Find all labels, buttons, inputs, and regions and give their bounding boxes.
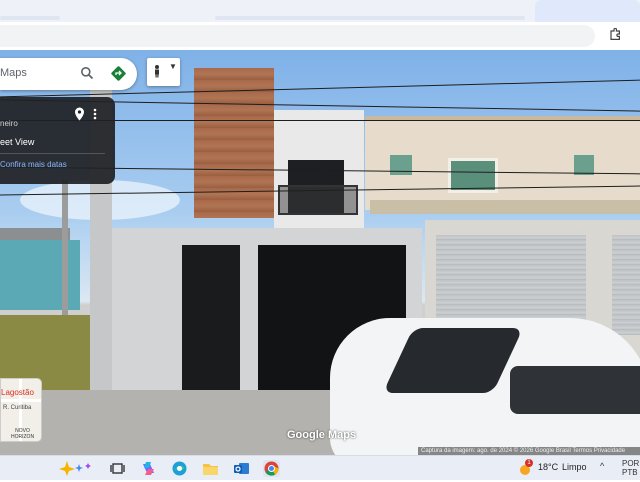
left-house <box>0 240 80 310</box>
more-vert-icon[interactable] <box>91 107 99 121</box>
google-maps-watermark: Google Maps <box>287 429 357 441</box>
extensions-icon[interactable] <box>608 27 622 42</box>
shop-shutter <box>612 235 640 335</box>
map-district-label: NOVO HORIZON <box>11 428 34 440</box>
tab-inactive[interactable] <box>0 16 60 20</box>
browser-chrome <box>0 0 640 50</box>
task-view-icon[interactable] <box>109 460 126 477</box>
house-window <box>390 155 412 175</box>
pegman-button[interactable]: ▼ <box>147 58 180 86</box>
street-view-title: eet View <box>0 137 35 147</box>
copilot-app-icon[interactable] <box>140 460 157 477</box>
chevron-up-icon[interactable]: ^ <box>600 461 604 471</box>
minimap[interactable]: Lagostão R. Curitiba NOVO HORIZON <box>0 378 42 442</box>
tab-inactive[interactable] <box>215 16 525 20</box>
edge-browser-icon[interactable] <box>171 460 188 477</box>
tab-strip <box>0 0 640 22</box>
map-district-line: HORIZON <box>11 434 35 440</box>
map-street-label: R. Curitiba <box>3 405 32 411</box>
map-place-label: Lagostão <box>1 388 34 397</box>
search-icon[interactable] <box>80 66 94 80</box>
pegman-icon <box>152 64 166 81</box>
car-window <box>510 366 600 414</box>
location-label: neiro <box>0 119 18 128</box>
search-input[interactable]: Maps <box>0 67 27 79</box>
maps-search-box[interactable]: Maps <box>0 58 137 90</box>
street-view-info-card: neiro eet View Confira mais datas <box>0 97 115 184</box>
notification-badge: 1 <box>525 459 533 467</box>
language-indicator[interactable]: POR PTB <box>622 459 640 477</box>
chrome-icon[interactable] <box>263 460 280 477</box>
pedestrian-gate <box>182 245 240 395</box>
directions-icon[interactable] <box>110 65 127 82</box>
awning <box>370 200 640 214</box>
utility-pole <box>62 180 68 320</box>
copilot-sparkle-icon[interactable] <box>58 460 96 477</box>
divider <box>0 153 105 154</box>
tab-active[interactable] <box>535 0 640 22</box>
file-explorer-icon[interactable] <box>202 460 219 477</box>
weather-temp[interactable]: 18°C <box>538 462 558 472</box>
location-pin-icon[interactable] <box>74 107 85 121</box>
address-bar[interactable] <box>0 25 595 47</box>
car-window <box>590 366 640 414</box>
outlook-icon[interactable] <box>233 460 250 477</box>
browser-toolbar <box>0 22 640 50</box>
see-more-dates-link[interactable]: Confira mais datas <box>0 160 67 169</box>
chevron-down-icon[interactable]: ▼ <box>169 62 177 71</box>
taskbar: 1 18°C Limpo ^ POR PTB <box>0 455 640 480</box>
weather-desc[interactable]: Limpo <box>562 462 587 472</box>
